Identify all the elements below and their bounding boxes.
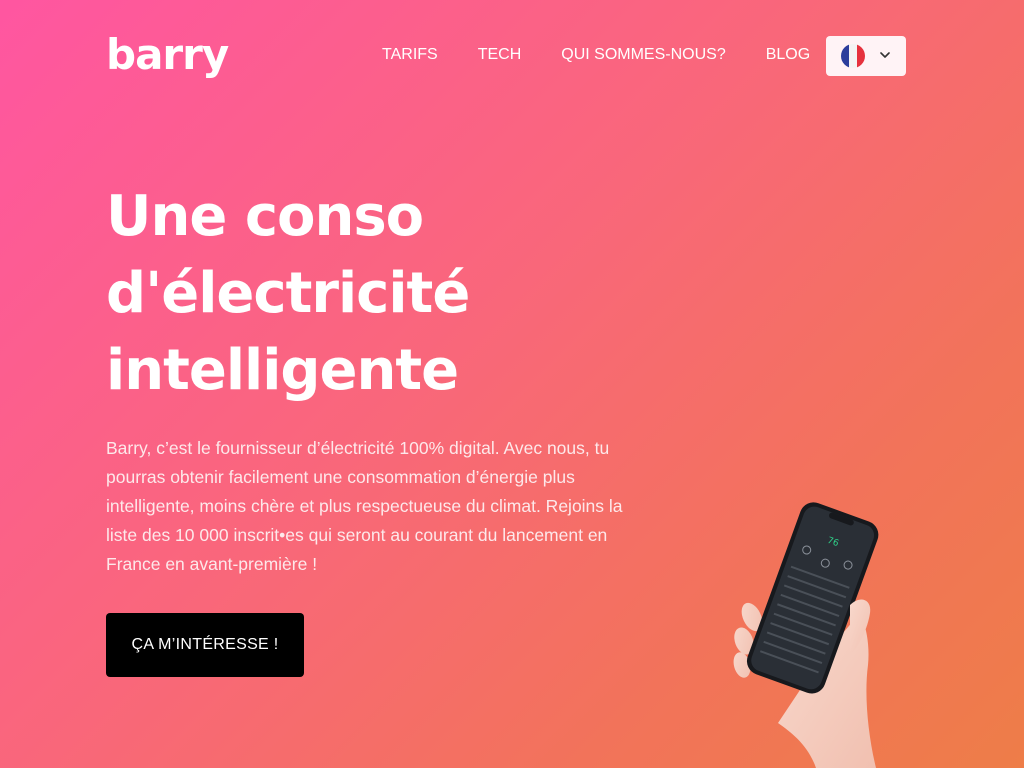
- hero-title: Une conso d'électricité intelligente: [106, 178, 626, 409]
- france-flag-icon: [841, 44, 865, 68]
- chevron-down-icon: [880, 52, 890, 58]
- hero-title-line-1: Une conso: [106, 184, 424, 249]
- language-selector[interactable]: [826, 36, 906, 76]
- hero-title-line-3: intelligente: [106, 338, 459, 403]
- hero-title-line-2: d'électricité: [106, 261, 470, 326]
- nav-item-tarifs[interactable]: TARIFS: [382, 45, 438, 65]
- main-nav: TARIFS TECH QUI SOMMES-NOUS? BLOG: [382, 45, 810, 65]
- barry-logo[interactable]: barry: [106, 34, 229, 76]
- nav-item-qui-sommes-nous[interactable]: QUI SOMMES-NOUS?: [561, 45, 725, 65]
- interest-cta-button[interactable]: ÇA M’INTÉRESSE !: [106, 613, 304, 677]
- hand-holding-phone-illustration: 76: [733, 502, 879, 768]
- nav-item-tech[interactable]: TECH: [478, 45, 522, 65]
- nav-item-blog[interactable]: BLOG: [766, 45, 810, 65]
- hero-description: Barry, c’est le fournisseur d’électricit…: [106, 438, 623, 574]
